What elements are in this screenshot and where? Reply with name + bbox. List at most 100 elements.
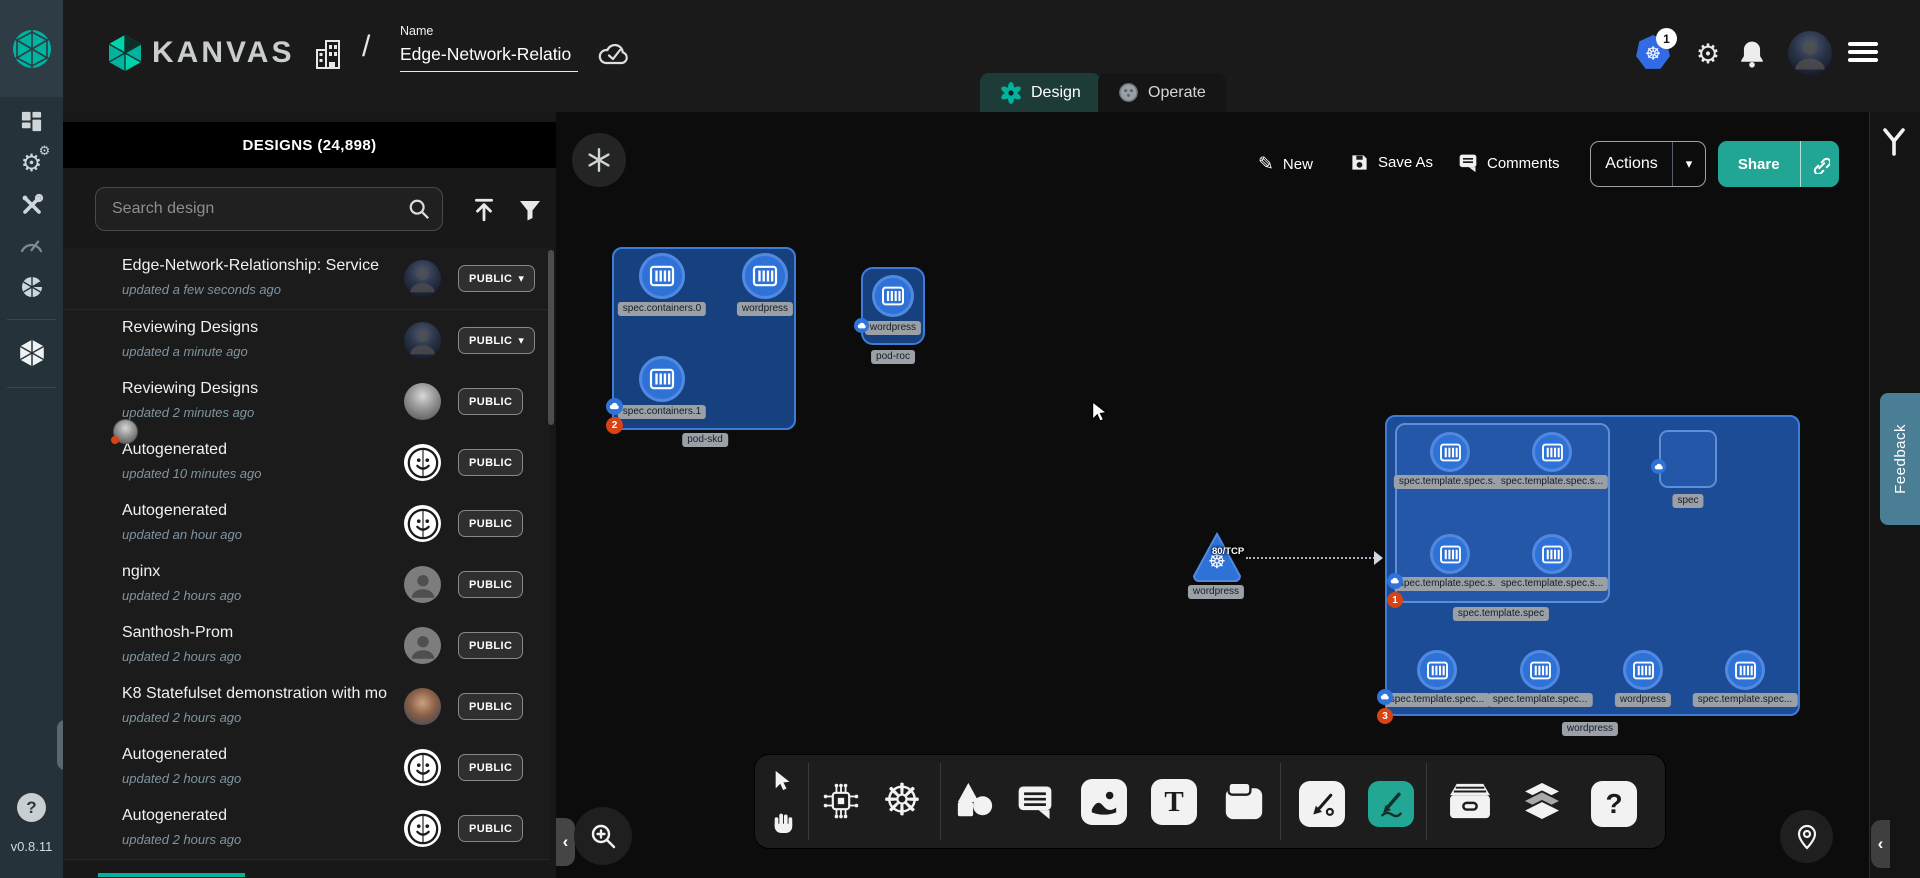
layers-tool[interactable] xyxy=(1517,777,1567,825)
visibility-badge[interactable]: PUBLIC xyxy=(458,693,523,720)
collapse-right-dock-button[interactable]: ‹ xyxy=(1871,820,1890,868)
node-container[interactable] xyxy=(1725,650,1765,690)
lifecycle-gears-icon[interactable]: ⚙⚙ xyxy=(8,145,55,181)
design-updated: updated an hour ago xyxy=(122,527,242,542)
node-container[interactable] xyxy=(639,253,685,299)
design-list-item[interactable]: Reviewing Designs updated 2 minutes ago … xyxy=(63,371,550,433)
node-container[interactable] xyxy=(1532,432,1572,472)
select-tool[interactable] xyxy=(765,763,801,799)
performance-gauge-icon[interactable] xyxy=(8,225,55,261)
comment-tool[interactable] xyxy=(1011,777,1059,825)
design-name-input[interactable]: Edge-Network-Relatio xyxy=(400,44,578,72)
visibility-badge[interactable]: PUBLIC xyxy=(458,449,523,476)
owner-avatar xyxy=(404,444,441,481)
owner-avatar xyxy=(404,383,441,420)
visibility-dropdown[interactable]: PUBLIC▾ xyxy=(458,265,535,292)
extensions-icon[interactable] xyxy=(8,269,55,305)
organization-icon[interactable] xyxy=(312,36,348,72)
visibility-badge[interactable]: PUBLIC xyxy=(458,632,523,659)
owner-avatar xyxy=(404,505,441,542)
actions-split-button[interactable]: Actions ▾ xyxy=(1590,141,1706,187)
kubernetes-context-button[interactable]: ☸ 1 xyxy=(1634,34,1672,72)
comments-button[interactable]: Comments xyxy=(1458,153,1560,173)
node-container[interactable] xyxy=(1417,650,1457,690)
design-list-item[interactable]: K8 Statefulset demonstration with mo upd… xyxy=(63,676,550,738)
feedback-label: Feedback xyxy=(1892,424,1909,494)
node-status-badge xyxy=(1387,573,1403,589)
tab-design[interactable]: Design xyxy=(980,73,1101,112)
help-tool[interactable]: ? xyxy=(1591,781,1637,827)
freehand-draw-tool[interactable] xyxy=(1368,781,1414,827)
search-input[interactable]: Search design xyxy=(95,187,443,231)
notifications-bell-icon[interactable] xyxy=(1737,38,1767,70)
design-list-item[interactable]: Autogenerated updated 10 minutes ago PUB… xyxy=(63,432,550,494)
visibility-badge[interactable]: PUBLIC xyxy=(458,510,523,537)
archive-tool[interactable] xyxy=(1445,777,1495,825)
node-container[interactable] xyxy=(1623,650,1663,690)
actions-label[interactable]: Actions xyxy=(1591,155,1672,173)
visibility-badge[interactable]: PUBLIC xyxy=(458,815,523,842)
actions-caret-icon[interactable]: ▾ xyxy=(1673,156,1705,172)
new-button[interactable]: ✎ New xyxy=(1258,153,1313,176)
design-tab-icon xyxy=(1000,82,1022,104)
kubernetes-tool[interactable]: ☸ xyxy=(877,773,927,827)
mouse-cursor xyxy=(1089,400,1111,424)
kanvas-snowflake-icon xyxy=(586,147,612,173)
design-list-item[interactable]: Edge-Network-Relationship: Service updat… xyxy=(63,248,550,310)
pan-hand-tool[interactable] xyxy=(765,803,801,839)
filter-icon[interactable] xyxy=(516,196,544,224)
rail-divider xyxy=(7,387,56,388)
visibility-badge[interactable]: PUBLIC xyxy=(458,571,523,598)
pen-tool[interactable] xyxy=(1299,781,1345,827)
panel-scrollbar[interactable] xyxy=(548,250,554,425)
components-tool[interactable] xyxy=(817,777,865,825)
node-container[interactable] xyxy=(1430,534,1470,574)
visibility-dropdown[interactable]: PUBLIC▾ xyxy=(458,327,535,354)
collapse-left-panel-button[interactable]: ‹ xyxy=(556,818,575,866)
node-container[interactable] xyxy=(1430,432,1470,472)
user-avatar[interactable] xyxy=(1788,31,1832,75)
design-list-item[interactable]: Autogenerated updated an hour ago PUBLIC xyxy=(63,493,550,555)
layer5-logo[interactable] xyxy=(0,0,63,97)
kanvas-hexagon-icon xyxy=(108,34,142,72)
design-list-item[interactable]: Autogenerated updated 2 hours ago PUBLIC xyxy=(63,798,550,860)
node-container[interactable] xyxy=(742,253,788,299)
settings-gear-icon[interactable]: ⚙ xyxy=(1692,38,1724,70)
configuration-tools-icon[interactable] xyxy=(8,187,55,223)
design-list-item[interactable]: Autogenerated updated 2 hours ago PUBLIC xyxy=(63,737,550,799)
upload-design-icon[interactable] xyxy=(470,196,498,224)
visibility-badge[interactable]: PUBLIC xyxy=(458,388,523,415)
copy-link-icon[interactable] xyxy=(1801,154,1839,174)
dashboard-icon[interactable] xyxy=(8,103,55,139)
zoom-in-button[interactable] xyxy=(574,807,632,865)
save-as-button[interactable]: Save As xyxy=(1350,153,1433,172)
node-spec[interactable] xyxy=(1659,430,1717,488)
node-container[interactable] xyxy=(1532,534,1572,574)
tab-operate[interactable]: Operate xyxy=(1098,73,1226,112)
design-list-item[interactable]: Reviewing Designs updated a minute ago P… xyxy=(63,310,550,372)
design-list-item[interactable]: Santhosh-Prom updated 2 hours ago PUBLIC xyxy=(63,615,550,677)
share-label[interactable]: Share xyxy=(1718,156,1800,173)
feedback-tab[interactable]: Feedback xyxy=(1880,393,1920,525)
design-updated: updated 2 hours ago xyxy=(122,588,241,603)
design-name-block: Name Edge-Network-Relatio xyxy=(400,24,578,72)
brand-logo[interactable]: KANVAS xyxy=(108,34,294,72)
node-container[interactable] xyxy=(1520,650,1560,690)
share-split-button[interactable]: Share xyxy=(1718,141,1839,187)
text-tool[interactable]: T xyxy=(1151,779,1197,825)
note-tool[interactable] xyxy=(1220,777,1268,825)
chevron-down-icon: ▾ xyxy=(518,272,524,285)
node-container[interactable] xyxy=(872,275,914,317)
help-button[interactable]: ? xyxy=(17,793,46,822)
node-container[interactable] xyxy=(639,356,685,402)
kanvas-menu-fab[interactable] xyxy=(572,133,626,187)
image-tool[interactable] xyxy=(1081,779,1127,825)
kanvas-rail-icon[interactable] xyxy=(8,335,55,371)
shapes-tool[interactable] xyxy=(951,777,999,825)
pointer-pin-button[interactable] xyxy=(1780,810,1833,863)
node-pod-template[interactable] xyxy=(1395,423,1610,603)
hamburger-menu-icon[interactable] xyxy=(1848,42,1878,64)
visibility-badge[interactable]: PUBLIC xyxy=(458,754,523,781)
design-list-item[interactable]: nginx updated 2 hours ago PUBLIC xyxy=(63,554,550,616)
merge-flow-icon[interactable] xyxy=(1874,124,1914,160)
